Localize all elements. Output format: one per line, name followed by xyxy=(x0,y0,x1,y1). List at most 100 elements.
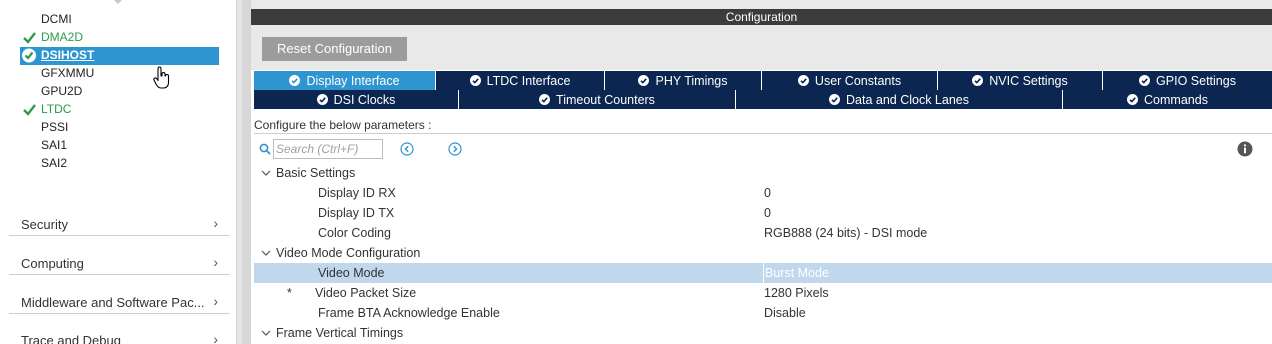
peripheral-sidebar: DCMI DMA2D DSIHOST GFXMMU GPU2D LTDC PSS… xyxy=(0,0,236,344)
tab-nvic-settings[interactable]: NVIC Settings xyxy=(938,71,1103,90)
param-name: Video Mode xyxy=(318,266,385,280)
reset-configuration-button[interactable]: Reset Configuration xyxy=(262,37,407,61)
next-match-icon[interactable] xyxy=(448,142,462,156)
category-label: Computing xyxy=(21,256,84,271)
param-name: Frame BTA Acknowledge Enable xyxy=(318,306,500,320)
chevron-down-icon[interactable] xyxy=(260,323,272,343)
scroll-up-icon[interactable] xyxy=(114,0,122,4)
param-value[interactable]: 0 xyxy=(764,183,771,203)
tab-data-clock-lanes[interactable]: Data and Clock Lanes xyxy=(736,90,1063,109)
tab-gpio-settings[interactable]: GPIO Settings xyxy=(1103,71,1272,90)
tab-label: LTDC Interface xyxy=(486,73,571,88)
search-bar xyxy=(254,135,1272,163)
chevron-down-icon[interactable] xyxy=(260,163,272,183)
tab-label: Commands xyxy=(1144,92,1208,107)
param-row-video-packet-size[interactable]: * Video Packet Size 1280 Pixels xyxy=(254,283,1272,303)
peripheral-item-sai1[interactable]: SAI1 xyxy=(41,137,67,154)
peripheral-label: SAI2 xyxy=(41,156,68,170)
reset-toolbar: Reset Configuration xyxy=(251,25,1272,70)
section-label: Frame Vertical Timings xyxy=(276,326,404,340)
tab-label: DSI Clocks xyxy=(333,92,396,107)
peripheral-item-gfxmmu[interactable]: GFXMMU xyxy=(41,65,94,82)
section-basic-settings[interactable]: Basic Settings xyxy=(254,163,1272,183)
previous-match-icon[interactable] xyxy=(400,142,414,156)
tab-phy-timings[interactable]: PHY Timings xyxy=(605,71,762,90)
category-label: Middleware and Software Pac... xyxy=(21,295,205,310)
section-frame-vertical-timings[interactable]: Frame Vertical Timings xyxy=(254,323,1272,343)
section-label: Basic Settings xyxy=(276,166,356,180)
hand-cursor-icon xyxy=(153,66,170,89)
check-circle-icon xyxy=(22,48,36,63)
peripheral-item-dma2d[interactable]: DMA2D xyxy=(23,29,83,46)
check-circle-icon xyxy=(316,94,328,105)
tab-row-1: Display Interface LTDC Interface PHY Tim… xyxy=(254,71,1272,90)
peripheral-item-dcmi[interactable]: DCMI xyxy=(41,11,72,28)
check-circle-icon xyxy=(638,75,650,86)
check-circle-icon xyxy=(972,75,984,86)
tab-timeout-counters[interactable]: Timeout Counters xyxy=(459,90,736,109)
peripheral-item-ltdc[interactable]: LTDC xyxy=(23,101,72,118)
chevron-right-icon: › xyxy=(213,215,218,231)
configuration-panel: Configuration Reset Configuration Displa… xyxy=(251,0,1272,344)
category-security[interactable]: Security › xyxy=(9,212,230,236)
tab-commands[interactable]: Commands xyxy=(1063,90,1272,109)
peripheral-label: DSIHOST xyxy=(41,48,95,62)
category-trace-debug[interactable]: Trace and Debug › xyxy=(9,328,230,344)
tab-label: NVIC Settings xyxy=(989,73,1068,88)
tab-dsi-clocks[interactable]: DSI Clocks xyxy=(254,90,459,109)
peripheral-label: DCMI xyxy=(41,12,72,26)
param-row-color-coding[interactable]: Color Coding RGB888 (24 bits) - DSI mode xyxy=(254,223,1272,243)
modified-marker: * xyxy=(287,286,292,300)
param-name: Display ID TX xyxy=(318,206,395,220)
param-row-display-id-tx[interactable]: Display ID TX 0 xyxy=(254,203,1272,223)
param-name: Video Packet Size xyxy=(315,286,417,300)
tab-label: Timeout Counters xyxy=(556,92,655,107)
info-icon[interactable] xyxy=(1237,141,1253,157)
category-label: Trace and Debug xyxy=(21,333,121,344)
param-row-video-mode[interactable]: Video Mode Burst Mode xyxy=(254,263,1272,283)
tab-ltdc-interface[interactable]: LTDC Interface xyxy=(436,71,605,90)
check-icon xyxy=(23,32,36,44)
param-row-frame-bta-ack[interactable]: Frame BTA Acknowledge Enable Disable xyxy=(254,303,1272,323)
check-circle-icon xyxy=(1127,94,1139,105)
chevron-right-icon: › xyxy=(213,254,218,270)
param-value[interactable]: 1280 Pixels xyxy=(764,283,829,303)
panel-title: Configuration xyxy=(251,9,1272,25)
panel-top-bar xyxy=(251,0,1272,9)
chevron-right-icon: › xyxy=(213,293,218,309)
peripheral-item-gpu2d[interactable]: GPU2D xyxy=(41,83,82,100)
peripheral-label: LTDC xyxy=(41,102,72,116)
category-computing[interactable]: Computing › xyxy=(9,251,230,275)
section-video-mode-configuration[interactable]: Video Mode Configuration xyxy=(254,243,1272,263)
param-value[interactable]: RGB888 (24 bits) - DSI mode xyxy=(764,223,927,243)
param-name: Display ID RX xyxy=(318,186,396,200)
check-circle-icon xyxy=(829,94,840,105)
peripheral-item-sai2[interactable]: SAI2 xyxy=(41,155,67,172)
param-name: Color Coding xyxy=(318,226,391,240)
check-circle-icon xyxy=(289,75,301,86)
tab-display-interface[interactable]: Display Interface xyxy=(254,71,436,90)
check-circle-icon xyxy=(797,75,809,86)
param-value[interactable]: 0 xyxy=(764,203,771,223)
peripheral-label: GPU2D xyxy=(41,84,83,98)
search-input[interactable] xyxy=(273,139,383,159)
param-value-dropdown[interactable]: Burst Mode xyxy=(763,263,1271,283)
check-circle-icon xyxy=(1139,75,1151,86)
pane-splitter-handle[interactable] xyxy=(242,0,251,344)
peripheral-item-dsihost[interactable]: DSIHOST xyxy=(22,47,95,64)
param-row-display-id-rx[interactable]: Display ID RX 0 xyxy=(254,183,1272,203)
chevron-down-icon[interactable] xyxy=(260,243,272,263)
tab-user-constants[interactable]: User Constants xyxy=(762,71,938,90)
tab-label: GPIO Settings xyxy=(1156,73,1236,88)
peripheral-label: PSSI xyxy=(41,120,69,134)
check-icon xyxy=(23,104,36,116)
param-value[interactable]: Disable xyxy=(764,303,806,323)
tab-label: PHY Timings xyxy=(655,73,728,88)
category-middleware[interactable]: Middleware and Software Pac... › xyxy=(9,290,230,314)
peripheral-item-pssi[interactable]: PSSI xyxy=(41,119,68,136)
tab-label: User Constants xyxy=(814,73,902,88)
peripheral-label: GFXMMU xyxy=(41,66,95,80)
tab-label: Display Interface xyxy=(306,73,400,88)
check-circle-icon xyxy=(469,75,481,86)
check-circle-icon xyxy=(539,94,551,105)
